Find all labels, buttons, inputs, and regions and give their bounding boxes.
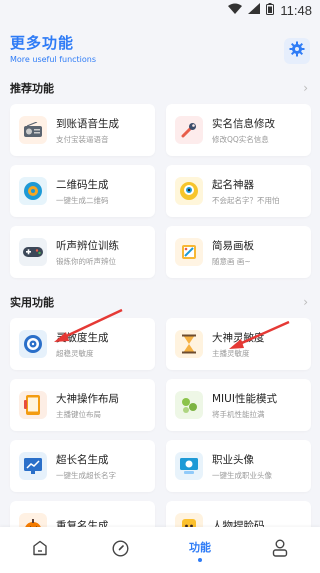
user-icon	[272, 539, 288, 561]
recommended-section-header[interactable]: 推荐功能 ›	[0, 72, 320, 104]
card-desc: 支付宝装逼语音	[56, 134, 109, 144]
card-name: 大神灵敏度	[212, 331, 265, 344]
card-name: 大神操作布局	[56, 392, 119, 405]
card-name: 听声辨位训练	[56, 239, 119, 252]
section-title: 实用功能	[10, 296, 54, 309]
card-long-name[interactable]: 超长名生成 一键生成超长名字	[10, 440, 155, 492]
signal-icon	[248, 3, 261, 17]
card-drawing-board[interactable]: 简易画板 随意画 画~	[166, 226, 311, 278]
battery-icon	[266, 2, 275, 18]
card-name: MIUI性能模式	[212, 392, 277, 405]
nav-functions[interactable]: 功能	[170, 527, 230, 573]
card-miui[interactable]: MIUI性能模式 将手机性能拉满	[166, 379, 311, 431]
card-realname[interactable]: 实名信息修改 修改QQ实名信息	[166, 104, 311, 156]
card-desc: 修改QQ实名信息	[212, 134, 269, 144]
card-voice[interactable]: 到账语音生成 支付宝装逼语音	[10, 104, 155, 156]
status-bar: 11:48	[0, 0, 320, 20]
page-subtitle: More useful functions	[10, 55, 97, 64]
recommended-grid: 到账语音生成 支付宝装逼语音 实名信息修改 修改QQ实名信息 二维码生成 一键生…	[0, 104, 320, 278]
compass-icon	[111, 539, 129, 561]
status-time: 11:48	[280, 2, 312, 18]
card-desc: 主播灵敏度	[212, 348, 250, 358]
card-desc: 随意画 画~	[212, 256, 251, 266]
hourglass-icon	[175, 330, 203, 358]
phone-layout-icon	[19, 391, 47, 419]
card-desc: 不会起名字？不用怕	[212, 195, 280, 205]
wifi-icon	[228, 3, 243, 17]
card-name: 职业头像	[212, 453, 254, 466]
chevron-right-icon: ›	[303, 295, 308, 309]
card-desc: 一键生成职业头像	[212, 470, 272, 480]
nav-profile[interactable]	[250, 527, 310, 573]
monitor-icon	[175, 452, 203, 480]
active-indicator	[198, 557, 202, 562]
section-title: 推荐功能	[10, 82, 54, 95]
wrench-icon	[175, 116, 203, 144]
card-name: 二维码生成	[56, 178, 109, 191]
settings-button[interactable]	[284, 38, 310, 64]
card-desc: 主播键位布局	[56, 409, 101, 419]
card-desc: 将手机性能拉满	[212, 409, 265, 419]
card-name: 实名信息修改	[212, 117, 275, 130]
card-desc: 一键生成超长名字	[56, 470, 116, 480]
page-header: 更多功能 More useful functions	[0, 20, 320, 72]
target-icon	[19, 330, 47, 358]
robot-icon	[175, 177, 203, 205]
card-qrcode[interactable]: 二维码生成 一键生成二维码	[10, 165, 155, 217]
card-pro-sensitivity[interactable]: 大神灵敏度 主播灵敏度	[166, 318, 311, 370]
nav-discover[interactable]	[90, 527, 150, 573]
chevron-right-icon: ›	[303, 81, 308, 95]
page-title: 更多功能	[10, 34, 75, 52]
chart-icon	[19, 452, 47, 480]
practical-section-header[interactable]: 实用功能 ›	[0, 286, 320, 318]
card-name: 到账语音生成	[56, 117, 119, 130]
home-icon	[32, 540, 48, 560]
radio-icon	[19, 116, 47, 144]
card-desc: 一键生成二维码	[56, 195, 109, 205]
card-avatar[interactable]: 职业头像 一键生成职业头像	[166, 440, 311, 492]
card-desc: 超稳灵敏度	[56, 348, 94, 358]
card-naming[interactable]: 起名神器 不会起名字？不用怕	[166, 165, 311, 217]
card-name: 灵敏度生成	[56, 331, 109, 344]
nav-home[interactable]	[10, 527, 70, 573]
card-desc: 锻炼你的听声辨位	[56, 256, 116, 266]
speed-icon	[175, 391, 203, 419]
card-name: 超长名生成	[56, 453, 109, 466]
card-layout[interactable]: 大神操作布局 主播键位布局	[10, 379, 155, 431]
palette-icon	[175, 238, 203, 266]
nav-functions-label: 功能	[189, 540, 211, 554]
gear-icon	[289, 41, 305, 61]
card-name: 简易画板	[212, 239, 254, 252]
card-sound-training[interactable]: 听声辨位训练 锻炼你的听声辨位	[10, 226, 155, 278]
gamepad-icon	[19, 238, 47, 266]
bottom-navigation: 功能	[0, 527, 320, 573]
practical-grid: 灵敏度生成 超稳灵敏度 大神灵敏度 主播灵敏度 大神操作布局 主播键位布局 MI…	[0, 318, 320, 553]
qrcode-icon	[19, 177, 47, 205]
card-sensitivity[interactable]: 灵敏度生成 超稳灵敏度	[10, 318, 155, 370]
card-name: 起名神器	[212, 178, 254, 191]
